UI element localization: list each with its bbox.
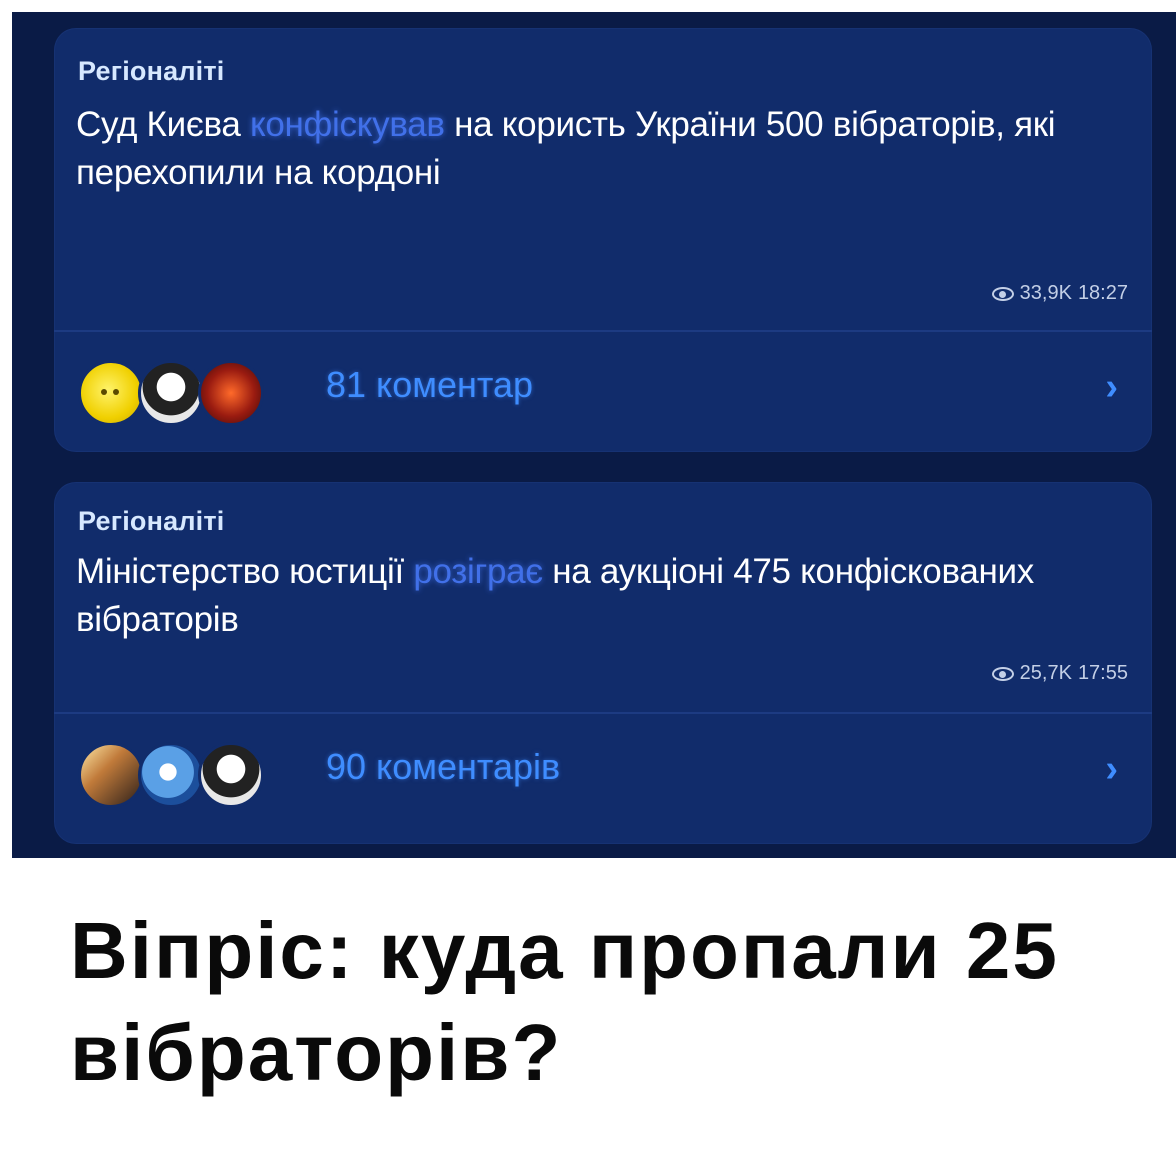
view-count: 25,7K [1019,662,1072,684]
chevron-right-icon[interactable]: › [1105,366,1118,409]
eye-icon [991,286,1014,301]
telegram-screenshot: Регіоналіті Суд Києва конфіскував на кор… [12,12,1176,858]
channel-post: Регіоналіті Суд Києва конфіскував на кор… [54,28,1152,452]
channel-name[interactable]: Регіоналіті [78,506,225,537]
post-message: Міністерство юстиції розіграє на аукціон… [76,548,1136,644]
chevron-right-icon[interactable]: › [1105,748,1118,791]
photo-avatar [78,742,144,808]
post-meta: 33,9K 18:27 [991,282,1128,305]
message-text: Суд Києва [76,105,250,144]
post-meta: 25,7K 17:55 [991,662,1128,685]
channel-name[interactable]: Регіоналіті [78,56,225,87]
post-message: Суд Києва конфіскував на користь України… [76,101,1136,197]
bw-avatar [138,360,204,426]
commenter-avatars [78,734,288,814]
cartoon-avatar [138,742,204,808]
spoiler-text[interactable]: розіграє [413,552,543,591]
view-count: 33,9K [1019,282,1072,304]
divider [54,330,1152,332]
post-time: 18:27 [1077,282,1128,304]
post-time: 17:55 [1077,662,1128,684]
yellow-smiley-avatar [78,360,144,426]
red-avatar [198,360,264,426]
comments-button[interactable]: 81 коментар › [54,336,1152,446]
bw-avatar [198,742,264,808]
commenter-avatars [78,352,288,432]
message-text: Міністерство юстиції [76,552,414,591]
comments-button[interactable]: 90 коментарів › [54,718,1152,828]
eye-icon [991,666,1014,681]
meme-caption: Віпріс: куда пропали 25 вібраторів? [70,906,1059,1097]
comments-count[interactable]: 81 коментар [326,364,533,406]
comments-count[interactable]: 90 коментарів [326,746,560,788]
spoiler-text[interactable]: конфіскував [250,105,445,144]
divider [54,712,1152,714]
channel-post: Регіоналіті Міністерство юстиції розігра… [54,482,1152,844]
